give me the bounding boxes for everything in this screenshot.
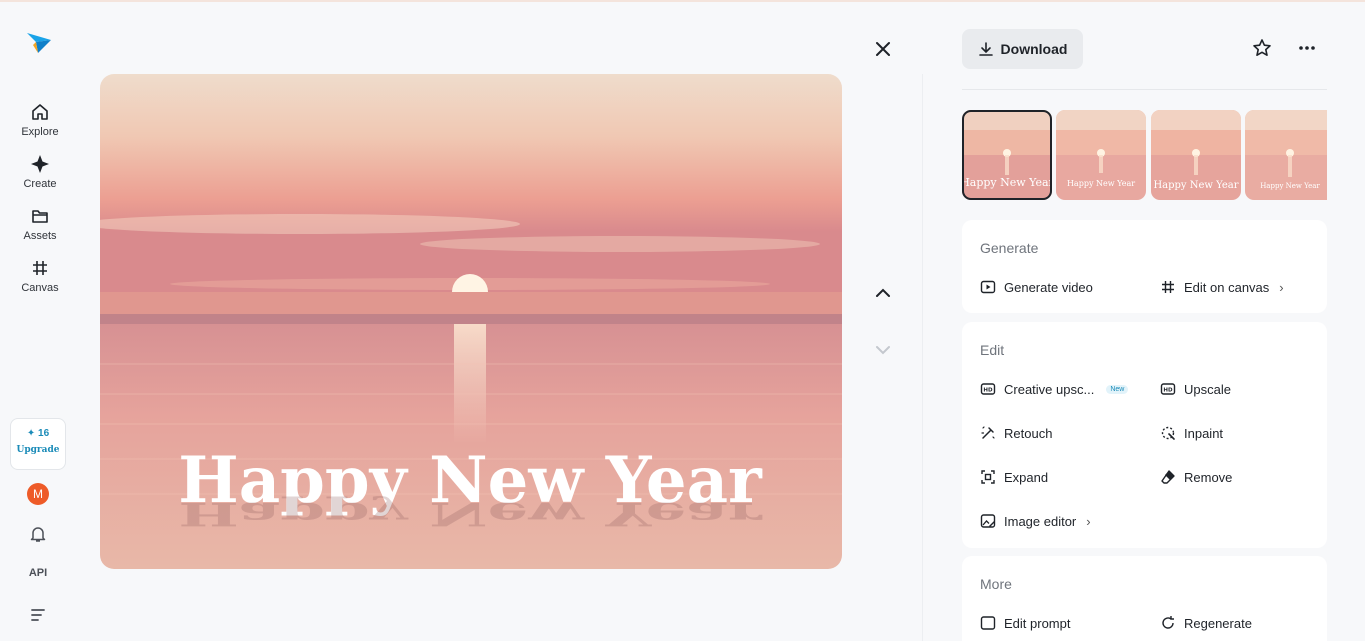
sidebar-item-label: Explore	[21, 126, 59, 138]
inpaint-button[interactable]: Inpaint	[1160, 425, 1223, 441]
inpaint-label: Inpaint	[1184, 425, 1224, 441]
new-badge: New	[1106, 384, 1129, 394]
thumbnail-4[interactable]: Happy New Year	[1245, 110, 1327, 200]
upscale-button[interactable]: HD Upscale	[1160, 381, 1231, 397]
folder-icon	[32, 210, 48, 223]
sidebar-item-label: Assets	[23, 230, 57, 242]
svg-text:HD: HD	[983, 388, 993, 394]
thumbnail-2[interactable]: Happy New Year	[1056, 110, 1146, 200]
star-icon[interactable]	[1252, 38, 1272, 58]
api-link[interactable]: API	[0, 567, 76, 579]
magic-wand-icon	[981, 426, 995, 439]
edit-card: Edit HD Creative upsc... New HD Upscale …	[962, 322, 1327, 548]
retouch-label: Retouch	[1004, 425, 1053, 441]
image-edit-icon	[980, 514, 996, 528]
upgrade-label: Upgrade	[16, 445, 60, 455]
remove-label: Remove	[1184, 469, 1233, 485]
home-icon	[32, 104, 48, 120]
regenerate-button[interactable]: Regenerate	[1160, 615, 1252, 631]
more-options-icon[interactable]	[1297, 38, 1317, 58]
hd-icon: HD	[1160, 383, 1176, 395]
expand-button[interactable]: Expand	[980, 469, 1048, 485]
download-icon	[978, 42, 993, 56]
upgrade-button[interactable]: ✦ 16 Upgrade	[10, 418, 66, 470]
thumbnail-3[interactable]: Happy New Year	[1151, 110, 1241, 200]
image-editor-label: Image editor	[1004, 513, 1077, 529]
credits-count: ✦ 16	[26, 428, 50, 439]
thumbnail-caption: Happy New Year	[1260, 182, 1320, 190]
chevron-right-icon: ›	[1279, 279, 1284, 295]
sidebar-item-label: Create	[23, 178, 57, 190]
generate-card: Generate Generate video Edit on canvas ›	[962, 220, 1327, 313]
avatar[interactable]: M	[27, 483, 49, 505]
retouch-button[interactable]: Retouch	[980, 425, 1052, 441]
refresh-icon	[1162, 616, 1174, 629]
menu-icon[interactable]	[30, 607, 46, 623]
edit-prompt-label: Edit prompt	[1004, 615, 1071, 631]
chevron-right-icon: ›	[1086, 513, 1091, 529]
hash-icon	[1162, 281, 1174, 293]
more-title: More	[980, 576, 1012, 592]
creative-upscale-label: Creative upsc...	[1004, 381, 1095, 397]
edit-on-canvas-label: Edit on canvas	[1184, 279, 1270, 295]
sidebar-item-canvas[interactable]: Canvas	[0, 258, 80, 294]
expand-label: Expand	[1004, 469, 1049, 485]
download-button[interactable]: Download	[962, 29, 1083, 69]
svg-text:HD: HD	[1163, 388, 1173, 394]
more-card: More Edit prompt Regenerate	[962, 556, 1327, 641]
thumbnail-caption: Happy New Year	[1153, 180, 1238, 191]
thumbnail-caption: Happy New Year	[1067, 179, 1135, 188]
credits-value: 16	[38, 428, 50, 439]
download-label: Download	[1000, 41, 1068, 57]
edit-on-canvas-button[interactable]: Edit on canvas ›	[1160, 279, 1284, 295]
sidebar-item-assets[interactable]: Assets	[0, 206, 80, 242]
chevron-down-icon[interactable]	[873, 340, 893, 360]
regenerate-label: Regenerate	[1184, 615, 1252, 631]
details-panel: Download Happy New Year Happy New Year H…	[962, 0, 1327, 641]
image-editor-button[interactable]: Image editor ›	[980, 513, 1091, 529]
hash-icon	[33, 261, 47, 275]
generate-video-label: Generate video	[1004, 279, 1093, 295]
bell-icon[interactable]	[29, 525, 47, 543]
chevron-up-icon[interactable]	[873, 283, 893, 303]
remove-button[interactable]: Remove	[1160, 469, 1232, 485]
video-play-icon	[980, 280, 996, 294]
upscale-label: Upscale	[1184, 381, 1231, 397]
close-icon[interactable]	[874, 40, 892, 58]
sidebar-item-explore[interactable]: Explore	[0, 102, 80, 138]
creative-upscale-button[interactable]: HD Creative upsc... New	[980, 381, 1129, 397]
sparkle-icon	[31, 155, 49, 173]
sidebar: Explore Create Assets Canvas ✦ 16 Upgrad…	[0, 0, 80, 641]
edit-prompt-icon	[980, 616, 996, 630]
generate-video-button[interactable]: Generate video	[980, 279, 1093, 295]
brush-select-icon	[1161, 426, 1175, 440]
divider	[962, 89, 1327, 90]
divider	[922, 74, 923, 641]
sidebar-item-create[interactable]: Create	[0, 154, 80, 190]
sidebar-item-label: Canvas	[21, 282, 59, 294]
eraser-icon	[1161, 470, 1175, 484]
logo-icon[interactable]	[25, 28, 53, 56]
thumbnail-1[interactable]: Happy New Year	[962, 110, 1052, 200]
generate-title: Generate	[980, 240, 1039, 256]
edit-title: Edit	[980, 342, 1005, 358]
edit-prompt-button[interactable]: Edit prompt	[980, 615, 1070, 631]
hd-plus-icon: HD	[980, 383, 996, 395]
main-image: Happy New Year Happy New Year	[100, 74, 842, 569]
expand-icon	[981, 470, 995, 484]
thumbnail-caption: Happy New Year	[962, 176, 1052, 189]
image-caption-reflection: Happy New Year	[178, 495, 763, 533]
